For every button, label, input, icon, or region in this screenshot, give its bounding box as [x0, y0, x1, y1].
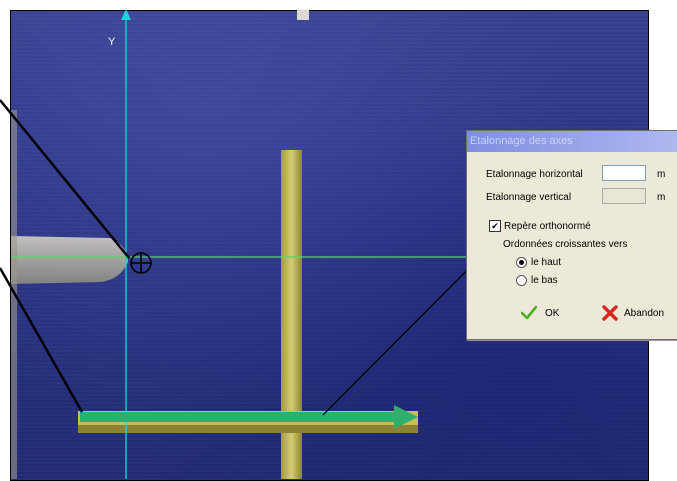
radio-up[interactable]	[516, 257, 527, 268]
radio-up-label: le haut	[531, 257, 562, 268]
orthonormal-label: Repère orthonormé	[504, 221, 591, 232]
ordinate-direction-label: Ordonnées croissantes vers	[503, 239, 628, 250]
ok-button[interactable]: OK	[521, 302, 559, 324]
calibration-dialog: Etalonnage des axes Etalonnage horizonta…	[466, 130, 677, 340]
cancel-button[interactable]: Abandon	[602, 302, 664, 324]
vertical-calibration-input[interactable]	[602, 188, 646, 204]
check-icon	[521, 306, 537, 320]
radio-down-label: le bas	[531, 275, 558, 286]
horizontal-calibration-input[interactable]	[602, 165, 646, 181]
radio-down[interactable]	[516, 275, 527, 286]
horizontal-unit-label: m	[657, 169, 666, 180]
vertical-calibration-label: Etalonnage vertical	[486, 192, 572, 203]
horizontal-calibration-label: Etalonnage horizontal	[486, 169, 583, 180]
cross-icon	[602, 305, 618, 321]
ok-button-label: OK	[545, 307, 560, 319]
crosshair-icon[interactable]	[130, 252, 152, 274]
dialog-title: Etalonnage des axes	[467, 131, 677, 152]
orthonormal-checkbox[interactable]: ✔	[489, 220, 501, 232]
cancel-button-label: Abandon	[624, 307, 665, 319]
y-axis-label: Y	[108, 36, 116, 48]
vertical-unit-label: m	[657, 192, 666, 203]
